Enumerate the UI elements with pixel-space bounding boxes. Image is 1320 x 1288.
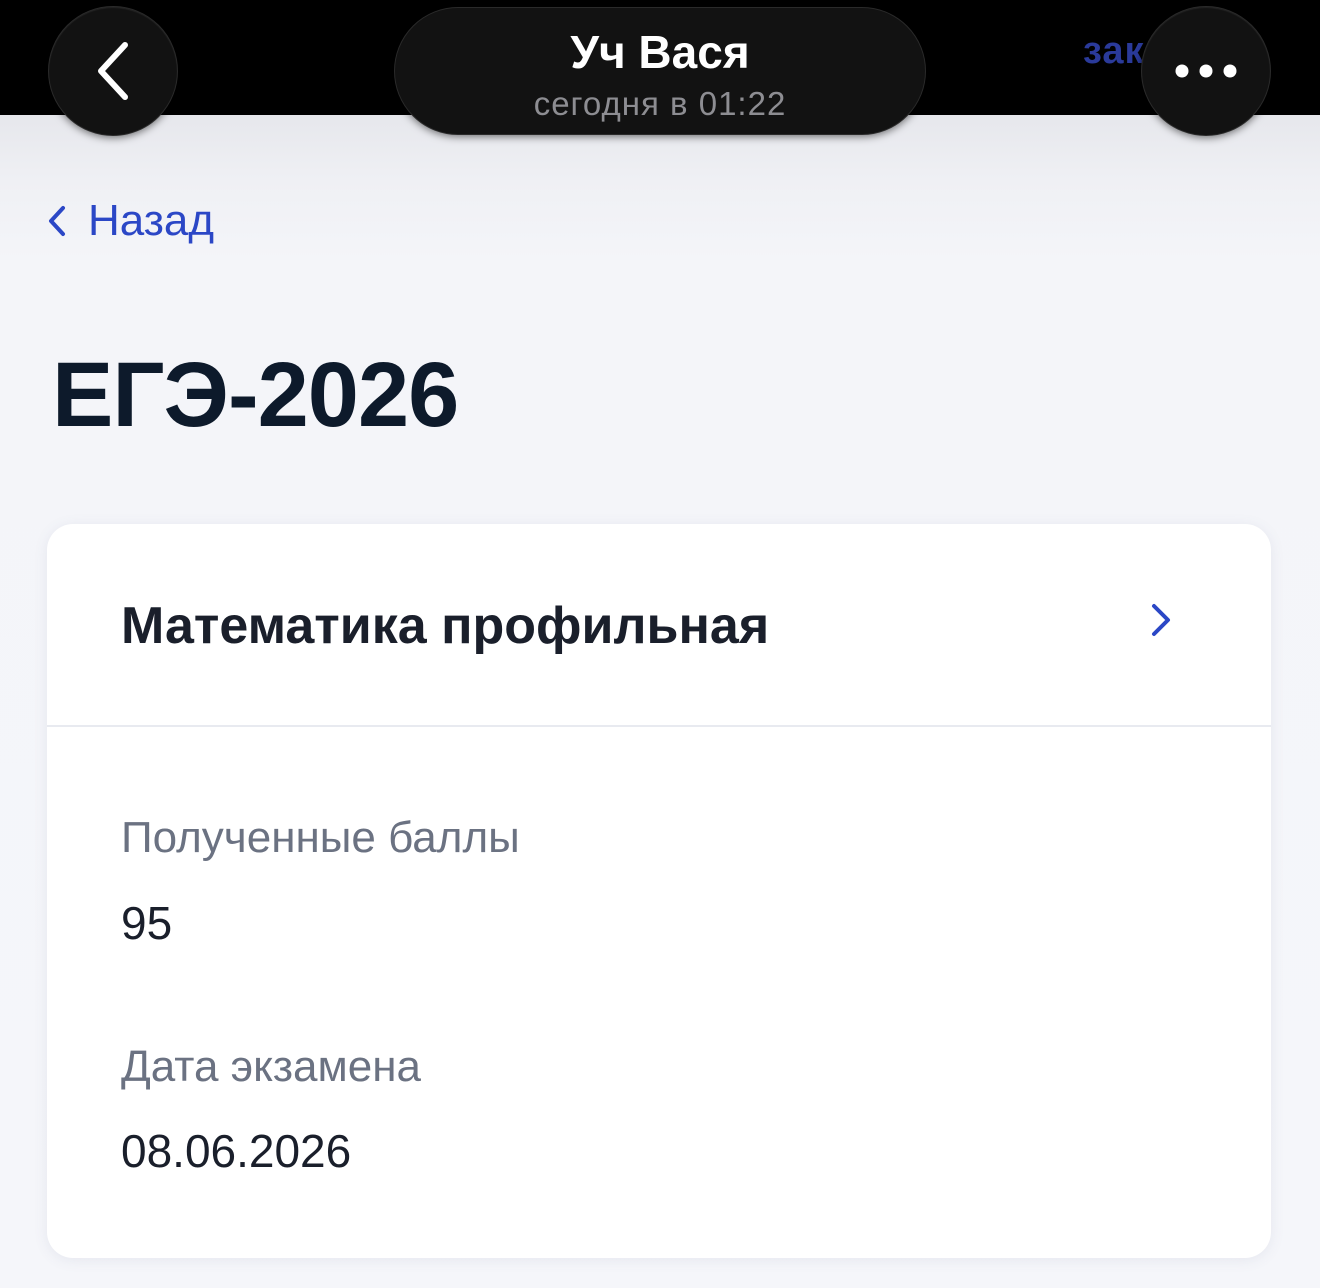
- chat-back-button[interactable]: [48, 6, 178, 136]
- subject-row[interactable]: Математика профильная: [47, 524, 1271, 727]
- partial-link-text: зак: [1083, 30, 1145, 72]
- more-options-button[interactable]: [1141, 6, 1271, 136]
- chevron-right-icon: [1152, 604, 1170, 636]
- chevron-left-icon: [49, 206, 65, 236]
- subject-title: Математика профильная: [121, 597, 770, 655]
- exam-result-card: Математика профильная Полученные баллы 9…: [47, 524, 1271, 1258]
- ellipsis-icon: [1175, 64, 1237, 78]
- score-label: Полученные баллы: [121, 813, 520, 862]
- chat-title-pill[interactable]: Уч Вася сегодня в 01:22: [394, 7, 926, 135]
- message-timestamp: сегодня в 01:22: [533, 85, 787, 122]
- back-link-label: Назад: [88, 196, 215, 245]
- contact-name: Уч Вася: [570, 26, 750, 78]
- exam-date-label: Дата экзамена: [121, 1042, 421, 1091]
- chevron-left-icon: [98, 42, 128, 100]
- exam-date-value: 08.06.2026: [121, 1125, 352, 1177]
- back-link[interactable]: Назад: [46, 196, 214, 246]
- screenshot-screen: зак Уч Вася сегодня в 01:22 Назад ЕГЭ-20…: [0, 0, 1320, 1288]
- score-value: 95: [121, 897, 173, 949]
- page-title: ЕГЭ-2026: [52, 344, 459, 446]
